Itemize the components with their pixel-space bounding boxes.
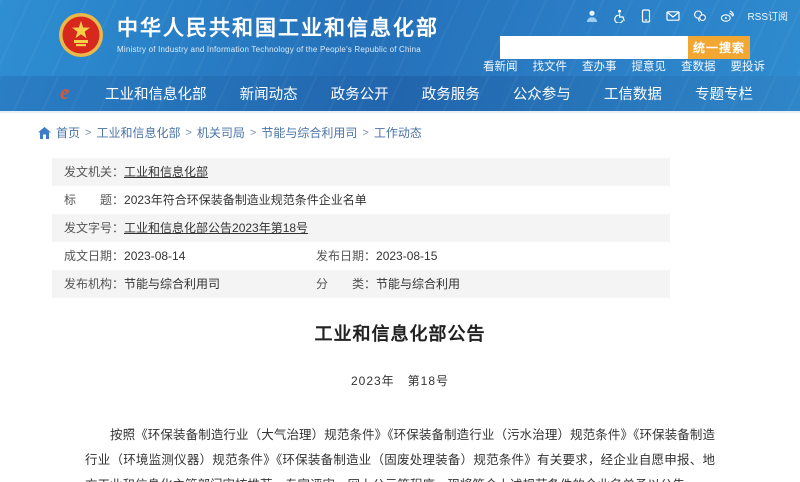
site-subtitle: Ministry of Industry and Information Tec… [117,45,439,54]
breadcrumb-separator: > [362,127,368,139]
article-doc-number: 2023年 第18号 [0,372,800,389]
meta-value-publish-date: 2023-08-15 [376,242,437,270]
article-paragraph: 按照《环保装备制造行业（大气治理）规范条件》《环保装备制造行业（污水治理）规范条… [85,423,715,482]
breadcrumb-home[interactable]: 首页 [56,124,80,141]
quick-link-news[interactable]: 看新闻 [483,58,518,74]
weibo-icon[interactable] [720,9,734,23]
meta-row-issuing-authority: 发文机关： 工业和信息化部 [52,158,670,186]
article-title: 工业和信息化部公告 [0,320,800,346]
quick-links: 看新闻 找文件 查办事 提意见 查数据 要投诉 [483,58,765,74]
site-header: 中华人民共和国工业和信息化部 Ministry of Industry and … [0,0,800,76]
home-icon[interactable] [38,127,51,139]
site-logo-block[interactable]: 中华人民共和国工业和信息化部 Ministry of Industry and … [58,12,439,58]
meta-value-title: 2023年符合环保装备制造业规范条件企业名单 [124,186,367,214]
mail-icon[interactable] [666,9,680,23]
national-emblem-icon [58,12,104,58]
quick-link-data[interactable]: 查数据 [681,58,716,74]
site-title-block: 中华人民共和国工业和信息化部 Ministry of Industry and … [117,16,439,54]
meta-value-issuing-authority[interactable]: 工业和信息化部 [124,158,208,186]
meta-label: 成文日期： [64,242,124,270]
quick-link-documents[interactable]: 找文件 [533,58,568,74]
quick-link-services[interactable]: 查办事 [582,58,617,74]
meta-label: 分 类： [316,270,376,298]
meta-col-written-date: 成文日期： 2023-08-14 [64,242,316,270]
mobile-icon[interactable] [639,9,653,23]
meta-value-doc-number[interactable]: 工业和信息化部公告2023年第18号 [124,214,308,242]
user-icon[interactable] [585,9,599,23]
unified-search-button[interactable]: 统一搜索 [688,36,750,59]
nav-item-miit[interactable]: 工业和信息化部 [105,83,207,104]
rss-subscribe-link[interactable]: RSS订阅 [747,8,788,23]
site-title: 中华人民共和国工业和信息化部 [117,16,439,42]
meta-label: 发文机关： [64,158,124,186]
meta-label: 发布日期： [316,242,376,270]
wechat-icon[interactable] [693,9,707,23]
article-body: 按照《环保装备制造行业（大气治理）规范条件》《环保装备制造行业（污水治理）规范条… [85,423,715,482]
topbar-icons: RSS订阅 [585,8,788,23]
page-content: 首页 > 工业和信息化部 > 机关司局 > 节能与综合利用司 > 工作动态 发文… [0,113,800,482]
nav-item-gov-info[interactable]: 政务公开 [331,83,389,104]
breadcrumb-energy-dept[interactable]: 节能与综合利用司 [261,124,357,141]
meta-row-dates: 成文日期： 2023-08-14 发布日期： 2023-08-15 [52,242,670,270]
breadcrumb-separator: > [250,127,256,139]
meta-value-publisher: 节能与综合利用司 [124,270,220,298]
breadcrumb-work-news[interactable]: 工作动态 [374,124,422,141]
quick-link-complaint[interactable]: 要投诉 [731,58,766,74]
meta-label: 发文字号： [64,214,124,242]
meta-row-doc-number: 发文字号： 工业和信息化部公告2023年第18号 [52,214,670,242]
nav-item-public-participation[interactable]: 公众参与 [513,83,571,104]
meta-value-category: 节能与综合利用 [376,270,460,298]
breadcrumb-departments[interactable]: 机关司局 [197,124,245,141]
breadcrumb-separator: > [85,127,91,139]
nav-item-it-data[interactable]: 工信数据 [604,83,662,104]
accessibility-icon[interactable] [612,9,626,23]
search-bar: 统一搜索 [500,36,750,59]
main-nav: e 工业和信息化部 新闻动态 政务公开 政务服务 公众参与 工信数据 专题专栏 [0,76,800,113]
breadcrumb-separator: > [185,127,191,139]
meta-col-publisher: 发布机构： 节能与综合利用司 [64,270,316,298]
nav-items: 工业和信息化部 新闻动态 政务公开 政务服务 公众参与 工信数据 专题专栏 [105,83,753,104]
quick-link-opinions[interactable]: 提意见 [632,58,667,74]
document-metadata: 发文机关： 工业和信息化部 标 题： 2023年符合环保装备制造业规范条件企业名… [52,158,670,298]
meta-row-publisher: 发布机构： 节能与综合利用司 分 类： 节能与综合利用 [52,270,670,298]
breadcrumb-miit[interactable]: 工业和信息化部 [96,124,180,141]
meta-label: 标 题： [64,186,124,214]
meta-label: 发布机构： [64,270,124,298]
breadcrumb: 首页 > 工业和信息化部 > 机关司局 > 节能与综合利用司 > 工作动态 [38,124,800,141]
meta-value-written-date: 2023-08-14 [124,242,185,270]
search-input[interactable] [500,36,688,59]
nav-item-gov-services[interactable]: 政务服务 [422,83,480,104]
nav-item-news[interactable]: 新闻动态 [240,83,298,104]
nav-item-special-columns[interactable]: 专题专栏 [695,83,753,104]
miit-e-logo-icon: e [60,80,69,105]
meta-row-title: 标 题： 2023年符合环保装备制造业规范条件企业名单 [52,186,670,214]
